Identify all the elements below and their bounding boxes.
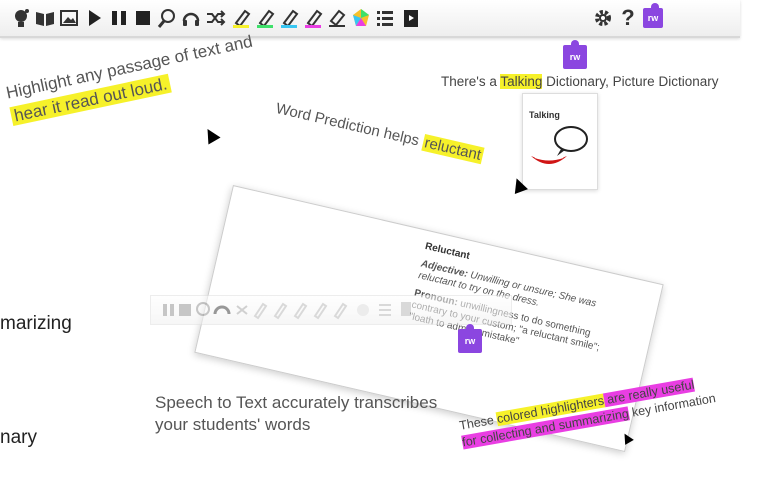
summarizing-fragment: marizing (0, 313, 72, 334)
dictionary-prefix: There's a (441, 74, 497, 89)
talking-label: Talking (529, 110, 560, 120)
headphones-icon[interactable] (180, 7, 202, 29)
word-prediction-caption: Word Prediction helps reluctant (274, 100, 485, 165)
play-icon[interactable] (84, 7, 106, 29)
list-icon[interactable] (374, 7, 396, 29)
prediction-word-highlight: reluctant (420, 133, 485, 165)
highlighter-cyan-icon[interactable] (278, 7, 300, 29)
dictionary-word-highlight: Talking (500, 74, 543, 89)
highlighter-yellow-icon[interactable] (230, 7, 252, 29)
rw-tab[interactable]: rw (563, 40, 587, 69)
speech-line-1: Speech to Text accurately transcribes (155, 393, 438, 412)
rw-tab-secondary-label: rw (464, 336, 476, 346)
book-dark-icon[interactable] (400, 7, 422, 29)
speech-to-text-caption: Speech to Text accurately transcribes yo… (155, 392, 437, 436)
mouse-cursor-icon (201, 125, 221, 145)
readwrite-toolbar: ? rw (0, 0, 740, 38)
rw-tab-label: rw (569, 52, 581, 62)
colors-icon[interactable] (350, 7, 372, 29)
rw-logo-icon[interactable]: rw (642, 3, 664, 29)
dictionary-caption: There's a Talking Dictionary, Picture Di… (441, 74, 718, 89)
highlight-caption: Highlight any passage of text and hear i… (4, 30, 260, 129)
predict-icon[interactable] (10, 7, 32, 29)
rw-tab-secondary[interactable]: rw (458, 324, 482, 353)
help-icon[interactable]: ? (617, 5, 639, 30)
gear-icon[interactable] (592, 7, 614, 29)
nary-fragment: nary (0, 427, 37, 448)
eraser-icon[interactable] (326, 7, 348, 29)
book-icon[interactable] (34, 7, 56, 29)
faded-toolbar (150, 295, 512, 325)
highlighter-magenta-icon[interactable] (302, 7, 324, 29)
picture-icon[interactable] (58, 7, 80, 29)
highlighter-green-icon[interactable] (254, 7, 276, 29)
pause-icon[interactable] (108, 7, 130, 29)
speech-line-2: your students' words (155, 415, 311, 434)
screenshot-reader-icon[interactable] (156, 7, 178, 29)
talking-mouth-icon (531, 126, 588, 164)
rw-logo-label: rw (647, 13, 659, 23)
stop-icon[interactable] (132, 7, 154, 29)
picture-dictionary-card: Talking (522, 93, 598, 190)
shuffle-icon[interactable] (204, 7, 226, 29)
prediction-prefix: Word Prediction helps (274, 100, 425, 151)
dictionary-suffix: Dictionary, Picture Dictionary (542, 74, 719, 89)
